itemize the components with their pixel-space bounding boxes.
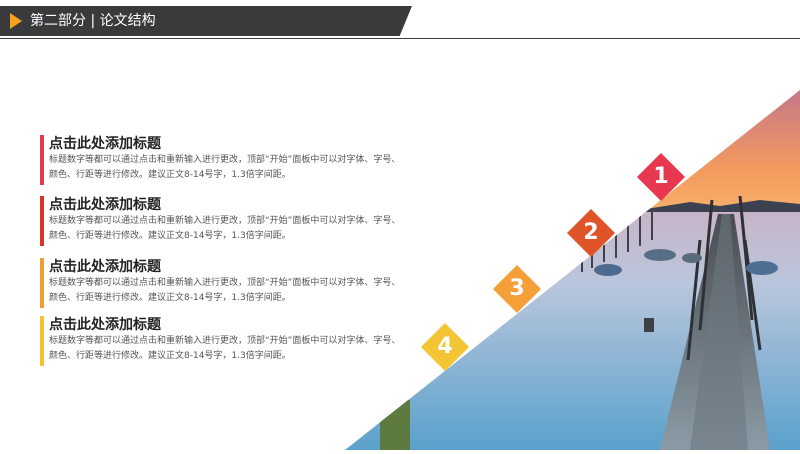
badge-number: 2 [583, 220, 599, 245]
list-item: 点击此处添加标题 标题数字等都可以通过点击和重新输入进行更改，顶部“开始”面板中… [40, 196, 420, 246]
item-body: 标题数字等都可以通过点击和重新输入进行更改，顶部“开始”面板中可以对字体、字号、… [49, 155, 401, 180]
list-item: 点击此处添加标题 标题数字等都可以通过点击和重新输入进行更改，顶部“开始”面板中… [40, 135, 420, 185]
play-triangle-icon [10, 13, 22, 29]
item-body: 标题数字等都可以通过点击和重新输入进行更改，顶部“开始”面板中可以对字体、字号、… [49, 216, 401, 241]
header-rule [0, 38, 800, 39]
item-title: 点击此处添加标题 [49, 259, 161, 275]
badge-number: 4 [437, 334, 453, 359]
badge-number: 3 [509, 276, 525, 301]
item-body: 标题数字等都可以通过点击和重新输入进行更改，顶部“开始”面板中可以对字体、字号、… [49, 278, 401, 303]
accent-bar [40, 258, 44, 308]
section-title: 第二部分 | 论文结构 [30, 13, 156, 29]
item-title: 点击此处添加标题 [49, 317, 161, 333]
badge-number: 1 [653, 164, 669, 189]
accent-bar [40, 316, 44, 366]
item-title: 点击此处添加标题 [49, 136, 161, 152]
item-body: 标题数字等都可以通过点击和重新输入进行更改，顶部“开始”面板中可以对字体、字号、… [49, 336, 401, 361]
list-item: 点击此处添加标题 标题数字等都可以通过点击和重新输入进行更改，顶部“开始”面板中… [40, 316, 420, 366]
accent-bar [40, 196, 44, 246]
item-title: 点击此处添加标题 [49, 197, 161, 213]
list-item: 点击此处添加标题 标题数字等都可以通过点击和重新输入进行更改，顶部“开始”面板中… [40, 258, 420, 308]
accent-bar [40, 135, 44, 185]
